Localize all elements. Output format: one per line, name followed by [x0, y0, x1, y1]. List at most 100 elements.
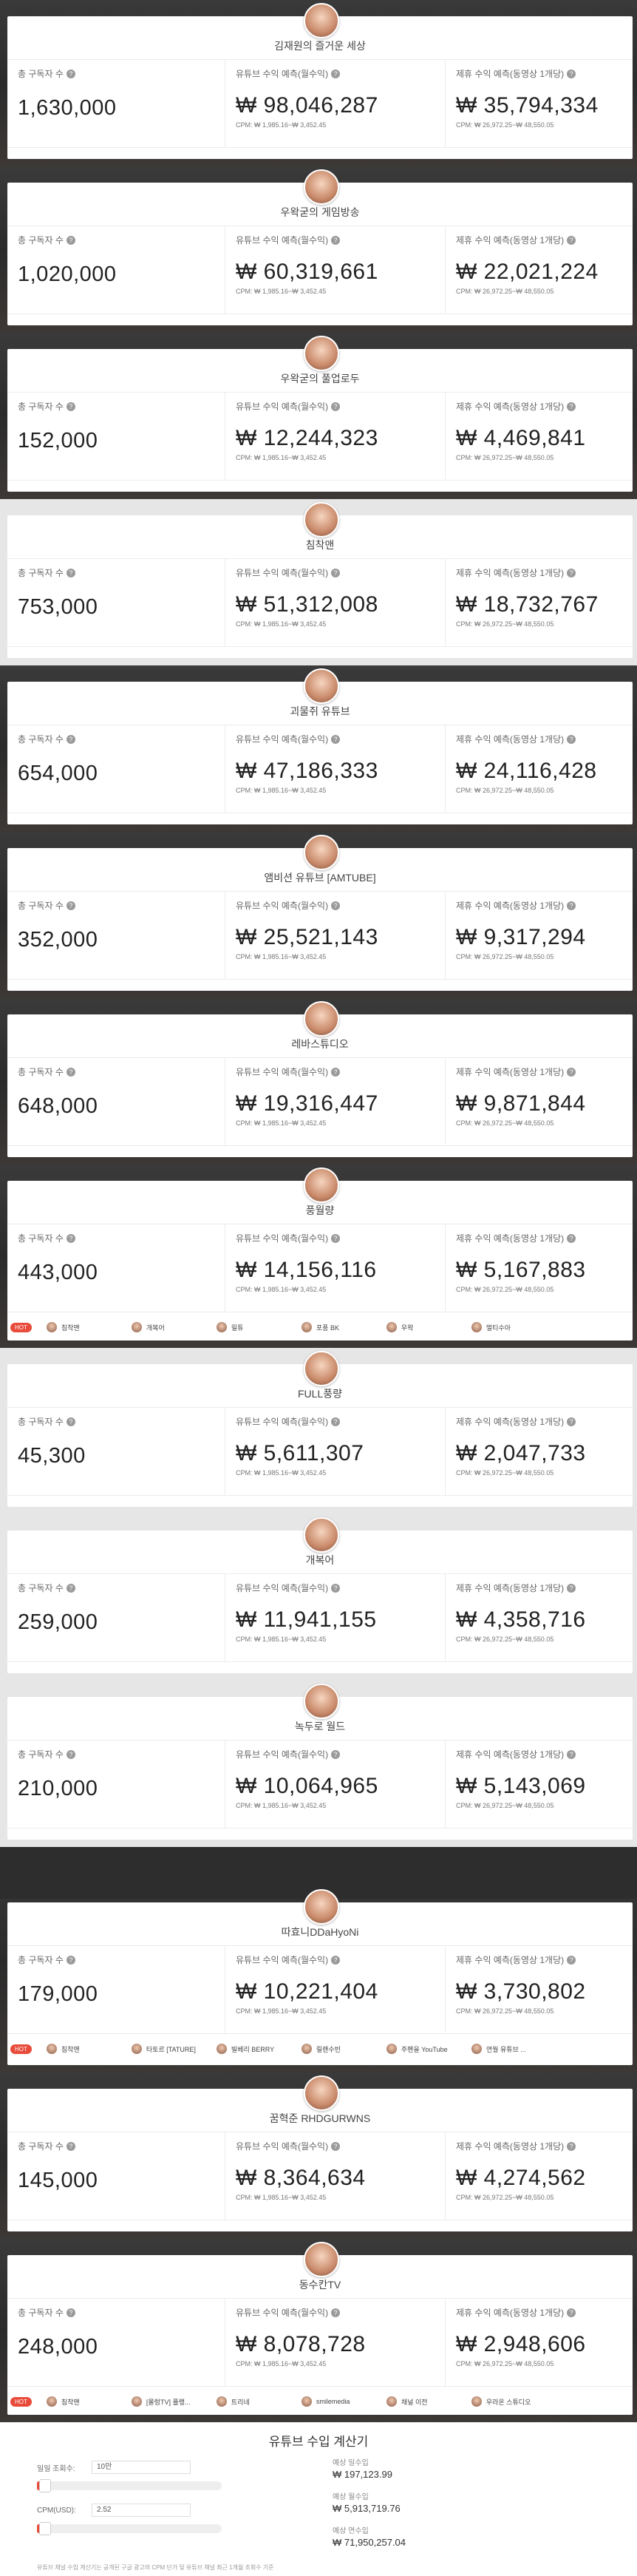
info-icon[interactable]: ?: [66, 568, 75, 577]
info-icon[interactable]: ?: [66, 69, 75, 78]
related-channel-item[interactable]: 빌베리 BERRY: [216, 2044, 302, 2054]
channel-name[interactable]: 김재원의 즐거운 세상: [7, 38, 633, 53]
info-icon[interactable]: ?: [331, 1233, 341, 1243]
info-icon[interactable]: ?: [567, 1583, 576, 1593]
info-icon[interactable]: ?: [66, 734, 75, 744]
channel-avatar[interactable]: [304, 3, 339, 38]
channel-card[interactable]: 우왁굳의 풀업로두 총 구독자 수? 152,000 유튜브 수익 예측(월수익)? ₩…: [7, 336, 633, 492]
info-icon[interactable]: ?: [567, 901, 576, 910]
channel-card[interactable]: 꿈혁준 RHDGURWNS 총 구독자 수? 145,000 유튜브 수익 예측(월수…: [7, 2075, 633, 2231]
channel-card[interactable]: 우왁굳의 게임방송 총 구독자 수? 1,020,000 유튜브 수익 예측(월수익)…: [7, 169, 633, 325]
info-icon[interactable]: ?: [66, 1583, 75, 1593]
info-icon[interactable]: ?: [66, 1955, 75, 1965]
info-icon[interactable]: ?: [66, 1233, 75, 1243]
channel-avatar[interactable]: [304, 1351, 339, 1386]
info-icon[interactable]: ?: [331, 568, 341, 577]
info-icon[interactable]: ?: [567, 1749, 576, 1759]
cpm-input[interactable]: 2.52: [92, 2504, 191, 2517]
info-icon[interactable]: ?: [331, 734, 341, 744]
related-channel-item[interactable]: [몰렁TV] 플랭...: [131, 2396, 217, 2407]
channel-name[interactable]: 우왁굳의 게임방송: [7, 205, 633, 220]
info-icon[interactable]: ?: [66, 401, 75, 411]
related-channel-item[interactable]: 릴튜: [216, 1322, 302, 1332]
info-icon[interactable]: ?: [66, 2308, 75, 2317]
related-channel-item[interactable]: 개복어: [131, 1322, 217, 1332]
cpm-slider-handle[interactable]: [39, 2522, 51, 2535]
info-icon[interactable]: ?: [567, 2141, 576, 2151]
channel-name[interactable]: 침착맨: [7, 538, 633, 552]
related-channel-item[interactable]: 타토르 [TATURE]: [131, 2044, 217, 2054]
info-icon[interactable]: ?: [66, 235, 75, 245]
related-channel-item[interactable]: 우라온 스튜디오: [471, 2396, 556, 2407]
related-channel-item[interactable]: smilemedia: [301, 2396, 386, 2407]
info-icon[interactable]: ?: [331, 2141, 341, 2151]
related-channel-item[interactable]: 침착맨: [46, 2396, 132, 2407]
cpm-slider[interactable]: [37, 2522, 222, 2535]
channel-card[interactable]: 괴물쥐 유튜브 총 구독자 수? 654,000 유튜브 수익 예측(월수익)? ₩ 4…: [7, 668, 633, 824]
channel-avatar[interactable]: [304, 2075, 339, 2111]
info-icon[interactable]: ?: [567, 1067, 576, 1077]
channel-avatar[interactable]: [304, 1001, 339, 1037]
related-channel-item[interactable]: 우왁: [386, 1322, 471, 1332]
info-icon[interactable]: ?: [66, 2141, 75, 2151]
info-icon[interactable]: ?: [331, 1583, 341, 1593]
info-icon[interactable]: ?: [567, 235, 576, 245]
related-channel-item[interactable]: 침착맨: [46, 2044, 132, 2054]
info-icon[interactable]: ?: [331, 401, 341, 411]
channel-avatar[interactable]: [304, 169, 339, 205]
channel-name[interactable]: 꿈혁준 RHDGURWNS: [7, 2111, 633, 2126]
info-icon[interactable]: ?: [567, 1955, 576, 1965]
channel-avatar[interactable]: [304, 668, 339, 704]
info-icon[interactable]: ?: [331, 69, 341, 78]
info-icon[interactable]: ?: [66, 1417, 75, 1426]
daily-views-slider[interactable]: [37, 2479, 222, 2492]
channel-avatar[interactable]: [304, 835, 339, 870]
related-channel-item[interactable]: 침착맨: [46, 1322, 132, 1332]
channel-name[interactable]: 레바스튜디오: [7, 1037, 633, 1051]
related-channel-item[interactable]: 채널 이전: [386, 2396, 471, 2407]
channel-name[interactable]: 따효니DDaHyoNi: [7, 1925, 633, 1939]
info-icon[interactable]: ?: [567, 1417, 576, 1426]
channel-avatar[interactable]: [304, 1684, 339, 1719]
daily-views-slider-handle[interactable]: [39, 2479, 51, 2492]
info-icon[interactable]: ?: [331, 235, 341, 245]
info-icon[interactable]: ?: [66, 1067, 75, 1077]
channel-card[interactable]: 동수칸TV 총 구독자 수? 248,000 유튜브 수익 예측(월수익)? ₩ 8,0…: [7, 2242, 633, 2415]
info-icon[interactable]: ?: [331, 1417, 341, 1426]
related-channel-item[interactable]: 멀티수아: [471, 1322, 556, 1332]
channel-name[interactable]: 괴물쥐 유튜브: [7, 704, 633, 719]
info-icon[interactable]: ?: [331, 901, 341, 910]
info-icon[interactable]: ?: [331, 2308, 341, 2317]
info-icon[interactable]: ?: [567, 1233, 576, 1243]
channel-card[interactable]: 풍월량 총 구독자 수? 443,000 유튜브 수익 예측(월수익)? ₩ 14,15…: [7, 1167, 633, 1340]
channel-card[interactable]: 레바스튜디오 총 구독자 수? 648,000 유튜브 수익 예측(월수익)? ₩ 19…: [7, 1001, 633, 1157]
channel-avatar[interactable]: [304, 1167, 339, 1203]
channel-avatar[interactable]: [304, 1889, 339, 1925]
info-icon[interactable]: ?: [567, 568, 576, 577]
info-icon[interactable]: ?: [567, 2308, 576, 2317]
info-icon[interactable]: ?: [567, 734, 576, 744]
channel-card[interactable]: 개복어 총 구독자 수? 259,000 유튜브 수익 예측(월수익)? ₩ 11,94…: [7, 1517, 633, 1673]
channel-name[interactable]: FULL풍량: [7, 1386, 633, 1401]
info-icon[interactable]: ?: [567, 69, 576, 78]
channel-name[interactable]: 동수칸TV: [7, 2277, 633, 2292]
channel-card[interactable]: 따효니DDaHyoNi 총 구독자 수? 179,000 유튜브 수익 예측(월수익)…: [7, 1889, 633, 2065]
channel-card[interactable]: 침착맨 총 구독자 수? 753,000 유튜브 수익 예측(월수익)? ₩ 51,31…: [7, 502, 633, 658]
channel-name[interactable]: 풍월량: [7, 1203, 633, 1218]
channel-avatar[interactable]: [304, 502, 339, 538]
related-channel-item[interactable]: 주펜을 YouTube: [386, 2044, 471, 2054]
channel-avatar[interactable]: [304, 336, 339, 371]
info-icon[interactable]: ?: [66, 1749, 75, 1759]
channel-card[interactable]: FULL풍량 총 구독자 수? 45,300 유튜브 수익 예측(월수익)? ₩ 5,6…: [7, 1351, 633, 1507]
info-icon[interactable]: ?: [331, 1749, 341, 1759]
channel-name[interactable]: 녹두로 월드: [7, 1719, 633, 1734]
channel-card[interactable]: 앰비션 유튜브 [AMTUBE] 총 구독자 수? 352,000 유튜브 수익 예측…: [7, 835, 633, 991]
channel-name[interactable]: 개복어: [7, 1553, 633, 1567]
related-channel-item[interactable]: 트리네: [216, 2396, 302, 2407]
channel-name[interactable]: 우왁굳의 풀업로두: [7, 371, 633, 386]
related-channel-item[interactable]: 연월 유튜브 ...: [471, 2044, 556, 2054]
channel-avatar[interactable]: [304, 2242, 339, 2277]
info-icon[interactable]: ?: [66, 901, 75, 910]
channel-card[interactable]: 김재원의 즐거운 세상 총 구독자 수? 1,630,000 유튜브 수익 예측(월수…: [7, 3, 633, 159]
channel-card[interactable]: 녹두로 월드 총 구독자 수? 210,000 유튜브 수익 예측(월수익)? ₩ 10…: [7, 1684, 633, 1840]
